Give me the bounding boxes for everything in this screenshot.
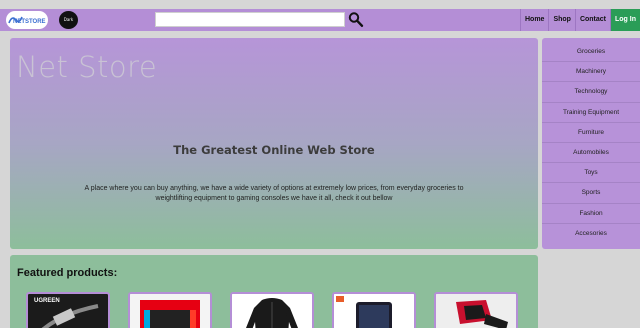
product-card-hdmi-cable[interactable]: UGREEN xyxy=(26,292,110,328)
category-furniture[interactable]: Furniture xyxy=(542,123,640,143)
product-brand-label: UGREEN xyxy=(34,298,60,304)
nav-contact[interactable]: Contact xyxy=(574,9,610,31)
category-groceries[interactable]: Groceries xyxy=(542,42,640,63)
category-machinery[interactable]: Machinery xyxy=(542,62,640,83)
hero-subtitle: The Greatest Online Web Store xyxy=(173,143,375,157)
category-accesories[interactable]: Accesories xyxy=(542,224,640,244)
category-fashion[interactable]: Fashion xyxy=(542,204,640,224)
category-sports[interactable]: Sports xyxy=(542,183,640,204)
search-icon xyxy=(348,12,364,28)
gaming-chair-image xyxy=(436,294,516,328)
category-technology[interactable]: Technology xyxy=(542,82,640,103)
category-sidebar: Groceries Machinery Technology Training … xyxy=(542,38,640,249)
dark-mode-toggle[interactable]: Dark xyxy=(59,11,78,29)
smartphone-image xyxy=(334,294,414,328)
product-card-black-jacket[interactable] xyxy=(230,292,314,328)
game-console-image xyxy=(130,294,210,328)
hero-banner: Net Store The Greatest Online Web Store … xyxy=(10,38,538,249)
black-jacket-image xyxy=(232,294,312,328)
featured-products: Featured products: UGREEN xyxy=(10,255,538,328)
top-navbar: NETSTORE Dark Home Shop Contact Log In xyxy=(0,9,640,31)
product-card-gaming-chair[interactable] xyxy=(434,292,518,328)
hero-title: Net Store xyxy=(16,50,158,84)
netstore-logo-icon: NETSTORE xyxy=(8,16,46,25)
nav-home[interactable]: Home xyxy=(519,9,548,31)
category-training-equipment[interactable]: Training Equipment xyxy=(542,103,640,123)
logo-text: NETSTORE xyxy=(13,19,46,25)
search-input[interactable] xyxy=(155,12,345,27)
netstore-logo[interactable]: NETSTORE xyxy=(6,11,48,29)
featured-title: Featured products: xyxy=(17,267,118,279)
nav-login-button[interactable]: Log In xyxy=(610,9,640,31)
hero-description: A place where you can buy anything, we h… xyxy=(84,185,464,202)
hdmi-cable-image: UGREEN xyxy=(28,294,108,328)
product-card-smartphone[interactable] xyxy=(332,292,416,328)
product-card-game-console[interactable] xyxy=(128,292,212,328)
search-button[interactable] xyxy=(348,11,364,28)
nav-shop[interactable]: Shop xyxy=(548,9,575,31)
category-toys[interactable]: Toys xyxy=(542,163,640,184)
nav-links: Home Shop Contact Log In xyxy=(519,9,640,31)
category-automobiles[interactable]: Automobiles xyxy=(542,143,640,164)
